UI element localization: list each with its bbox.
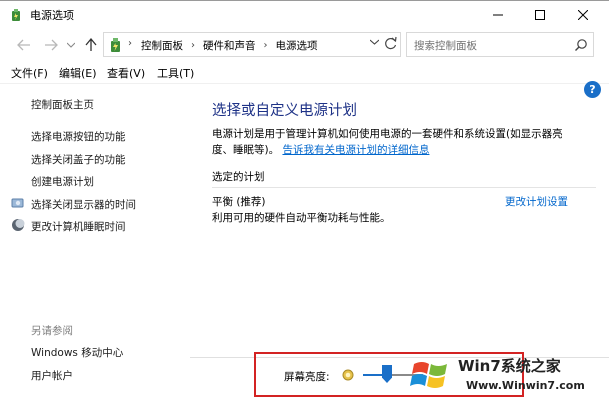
see-also-mobility-center[interactable]: Windows 移动中心	[31, 345, 123, 360]
description-line-1: 电源计划是用于管理计算机如何使用电源的一套硬件和系统设置(如显示器亮	[212, 128, 563, 140]
minimize-icon	[493, 14, 503, 15]
address-dropdown-button[interactable]	[369, 38, 380, 48]
menu-divider	[0, 83, 609, 84]
recent-locations-button[interactable]	[66, 37, 76, 53]
selected-plan-heading: 选定的计划	[212, 171, 265, 183]
maximize-button[interactable]	[518, 1, 562, 28]
menu-file[interactable]: 文件(F)	[11, 65, 48, 81]
refresh-button[interactable]	[384, 36, 397, 54]
close-icon	[578, 9, 588, 20]
control-panel-icon	[111, 38, 120, 52]
page-title: 选择或自定义电源计划	[212, 103, 357, 119]
search-box[interactable]: 搜索控制面板	[406, 32, 594, 57]
menu-tools[interactable]: 工具(T)	[157, 65, 194, 81]
section-divider	[212, 187, 596, 188]
refresh-icon	[385, 36, 397, 50]
watermark: Win7系统之家 Www.Winwin7.com	[410, 353, 606, 399]
plan-name-balanced: 平衡 (推荐)	[212, 196, 266, 208]
description-prefix: 度、睡眠等)。	[212, 144, 280, 156]
sidebar-link-sleep-time[interactable]: 更改计算机睡眠时间	[31, 219, 126, 234]
menu-edit[interactable]: 编辑(E)	[59, 65, 97, 81]
sidebar-link-create-plan[interactable]: 创建电源计划	[31, 174, 94, 189]
breadcrumb-separator: ›	[128, 38, 132, 49]
power-options-window: 电源选项 › 控制面板 › 硬件和声音 › 电源选项 搜索控制面板 文件(F) …	[0, 0, 609, 400]
forward-button[interactable]	[43, 37, 59, 53]
sidebar-link-lid-close[interactable]: 选择关闭盖子的功能	[31, 152, 126, 167]
see-also-user-accounts[interactable]: 用户帐户	[31, 368, 73, 383]
help-icon: ?	[589, 83, 596, 96]
close-button[interactable]	[561, 1, 605, 28]
search-placeholder: 搜索控制面板	[414, 40, 477, 52]
windows-logo-icon	[410, 362, 447, 388]
display-shield-icon	[11, 198, 24, 208]
control-panel-home-link[interactable]: 控制面板主页	[31, 97, 94, 112]
breadcrumb-hardware-sound[interactable]: 硬件和声音	[203, 38, 256, 53]
watermark-brand: Win7系统之家	[458, 357, 561, 375]
see-also-heading: 另请参阅	[31, 325, 73, 337]
power-options-icon	[12, 9, 20, 21]
forward-arrow-icon	[45, 39, 58, 51]
address-bar[interactable]: › 控制面板 › 硬件和声音 › 电源选项	[103, 32, 401, 57]
maximize-icon	[535, 9, 545, 20]
sidebar-link-display-off[interactable]: 选择关闭显示器的时间	[31, 197, 136, 212]
back-button[interactable]	[16, 37, 32, 53]
breadcrumb-separator: ›	[263, 40, 268, 51]
description-line-2: 度、睡眠等)。 告诉我有关电源计划的详细信息	[212, 142, 429, 157]
sidebar-link-power-buttons[interactable]: 选择电源按钮的功能	[31, 129, 126, 144]
chevron-down-icon	[369, 39, 380, 45]
watermark-url: Www.Winwin7.com	[466, 379, 585, 392]
sleep-moon-icon	[12, 219, 25, 231]
plan-description: 利用可用的硬件自动平衡功耗与性能。	[212, 212, 391, 224]
chevron-down-icon	[67, 42, 75, 48]
menu-view[interactable]: 查看(V)	[107, 65, 145, 81]
title-bar: 电源选项	[0, 1, 609, 28]
breadcrumb-separator: ›	[191, 40, 195, 51]
search-icon	[575, 39, 587, 51]
navigation-bar: › 控制面板 › 硬件和声音 › 电源选项 搜索控制面板	[0, 29, 609, 59]
up-arrow-icon	[85, 38, 97, 51]
help-button[interactable]: ?	[584, 81, 601, 98]
up-button[interactable]	[83, 37, 99, 53]
minimize-button[interactable]	[476, 1, 520, 28]
learn-more-link[interactable]: 告诉我有关电源计划的详细信息	[282, 144, 429, 156]
breadcrumb-power-options[interactable]: 电源选项	[276, 38, 318, 53]
breadcrumb: 控制面板 › 硬件和声音 › 电源选项	[141, 38, 318, 53]
window-title: 电源选项	[30, 9, 74, 22]
back-arrow-icon	[17, 39, 30, 51]
breadcrumb-control-panel[interactable]: 控制面板	[141, 38, 183, 53]
menu-bar: 文件(F) 编辑(E) 查看(V) 工具(T)	[0, 62, 609, 82]
change-plan-settings-link[interactable]: 更改计划设置	[505, 194, 568, 209]
